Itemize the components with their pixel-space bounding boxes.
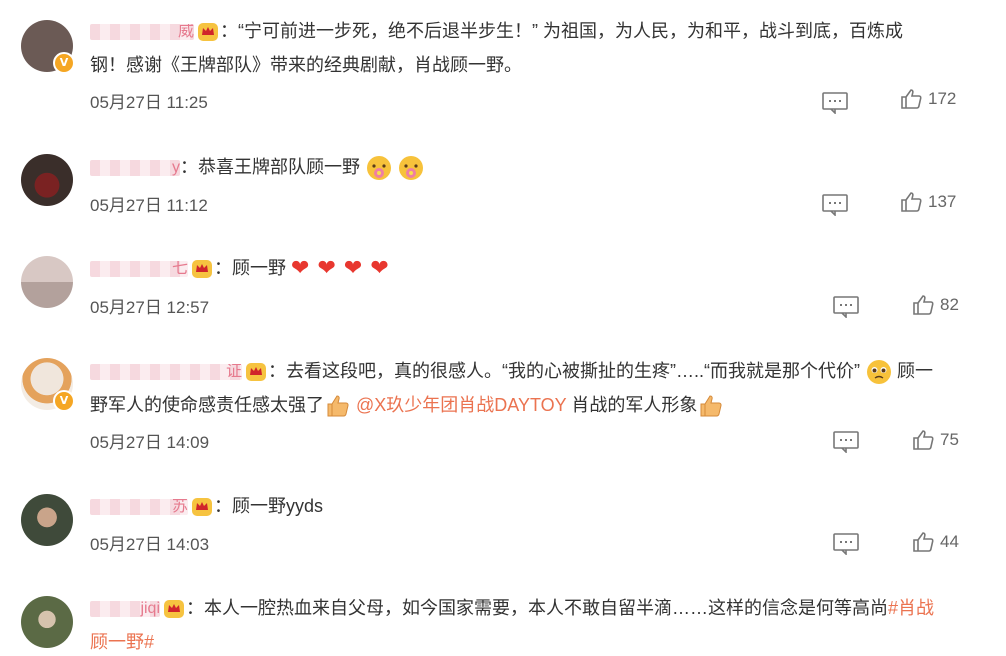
heart-icon: ❤ xyxy=(291,256,310,282)
comment-line: ：顾一野yyds xyxy=(214,496,324,516)
hashtag-link[interactable]: 顾一野# xyxy=(90,632,154,652)
like-count: 75 xyxy=(940,430,959,449)
timestamp: 05月27日 12:57 xyxy=(90,298,210,317)
timestamp: 05月27日 14:03 xyxy=(90,535,210,554)
flower-face-emoji-icon xyxy=(399,156,424,181)
comment-line: 钢！感谢《王牌部队》带来的经典剧献，肖战顾一野。 xyxy=(90,55,522,75)
comment-text: 威 ：“宁可前进一步死，绝不后退半步生！” 为祖国，为人民，为和平，战斗到底，百炼… xyxy=(90,14,986,82)
thumbs-up-icon xyxy=(913,430,934,450)
like-button[interactable]: 44 xyxy=(912,531,959,557)
heart-icon: ❤ xyxy=(343,256,363,282)
avatar[interactable] xyxy=(21,154,73,206)
crown-icon xyxy=(192,498,212,517)
like-button[interactable]: 172 xyxy=(900,88,956,114)
like-count: 137 xyxy=(928,192,957,211)
comment-list: V 威 ：“宁可前进一步死，绝不后退半步生！” 为祖国，为人民，为和平，战斗到底，… xyxy=(0,0,1006,656)
username[interactable]: jiqi xyxy=(90,601,160,618)
like-button[interactable]: 82 xyxy=(912,294,959,320)
thumbs-up-icon xyxy=(901,89,922,109)
like-count: 82 xyxy=(940,295,959,314)
crown-icon xyxy=(192,260,212,279)
like-count: 172 xyxy=(928,89,957,108)
flower-face-emoji-icon xyxy=(367,156,392,181)
username[interactable]: 证 xyxy=(90,364,242,381)
timestamp: 05月27日 11:12 xyxy=(90,196,208,215)
thumbs-up-emoji-icon xyxy=(327,395,349,417)
avatar[interactable] xyxy=(21,596,73,648)
comment-text: 七 ：顾一野 ❤ ❤ ❤ ❤ xyxy=(90,251,986,286)
like-count: 44 xyxy=(940,532,959,551)
reply-icon[interactable] xyxy=(833,431,859,453)
reply-icon[interactable] xyxy=(822,92,848,114)
verified-badge-icon: V xyxy=(53,390,75,412)
pleading-face-emoji-icon xyxy=(867,360,891,385)
comment-text: 证 ：去看这段吧，真的很感人。“我的心被撕扯的生疼”…..“而我就是那个代价” 顾… xyxy=(90,354,986,422)
username[interactable]: 七 xyxy=(90,261,188,278)
reply-icon[interactable] xyxy=(833,296,859,318)
comment-text: 苏 ：顾一野yyds xyxy=(90,489,986,523)
timestamp: 05月27日 14:09 xyxy=(90,433,210,452)
like-button[interactable]: 75 xyxy=(912,429,959,455)
verified-badge-icon: V xyxy=(53,52,75,74)
username[interactable]: 威 xyxy=(90,24,194,41)
mention-link[interactable]: @X玖少年团肖战DAYTOY xyxy=(356,395,566,415)
comment-text: jiqi ：本人一腔热血来自父母，如今国家需要，本人不敢自留半滴……这样的信念是何… xyxy=(90,591,986,656)
username[interactable]: 苏 xyxy=(90,499,188,516)
comment-line: 野军人的使命感责任感太强了 xyxy=(90,395,324,415)
hashtag-link[interactable]: #肖战 xyxy=(888,598,934,618)
crown-icon xyxy=(198,23,218,42)
avatar[interactable]: V xyxy=(21,20,75,74)
thumbs-up-icon xyxy=(913,532,934,552)
like-button[interactable]: 137 xyxy=(900,191,956,217)
crown-icon xyxy=(246,363,266,382)
thumbs-up-emoji-icon xyxy=(700,395,722,417)
username[interactable]: y xyxy=(90,160,180,177)
comment-line: 肖战的军人形象 xyxy=(566,395,698,415)
comment-line: ：去看这段吧，真的很感人。“我的心被撕扯的生疼”…..“而我就是那个代价” xyxy=(268,361,860,381)
thumbs-up-icon xyxy=(901,192,922,212)
comment-line: ：顾一野 xyxy=(214,258,286,278)
avatar[interactable]: V xyxy=(21,358,75,412)
heart-icon: ❤ xyxy=(317,256,336,282)
comment-line: ：“宁可前进一步死，绝不后退半步生！” 为祖国，为人民，为和平，战斗到底，百炼成 xyxy=(220,21,903,41)
crown-icon xyxy=(164,600,184,619)
thumbs-up-icon xyxy=(913,295,934,315)
comment-line: 顾一 xyxy=(897,361,933,381)
timestamp: 05月27日 11:25 xyxy=(90,93,208,112)
comment-line: ：恭喜王牌部队顾一野 xyxy=(180,157,360,177)
avatar[interactable] xyxy=(21,256,73,308)
heart-icon: ❤ xyxy=(370,256,389,282)
reply-icon[interactable] xyxy=(822,194,848,216)
reply-icon[interactable] xyxy=(833,533,859,555)
avatar[interactable] xyxy=(21,494,73,546)
comment-line: ：本人一腔热血来自父母，如今国家需要，本人不敢自留半滴……这样的信念是何等高尚 xyxy=(186,598,888,618)
comment-text: y：恭喜王牌部队顾一野 xyxy=(90,150,986,184)
